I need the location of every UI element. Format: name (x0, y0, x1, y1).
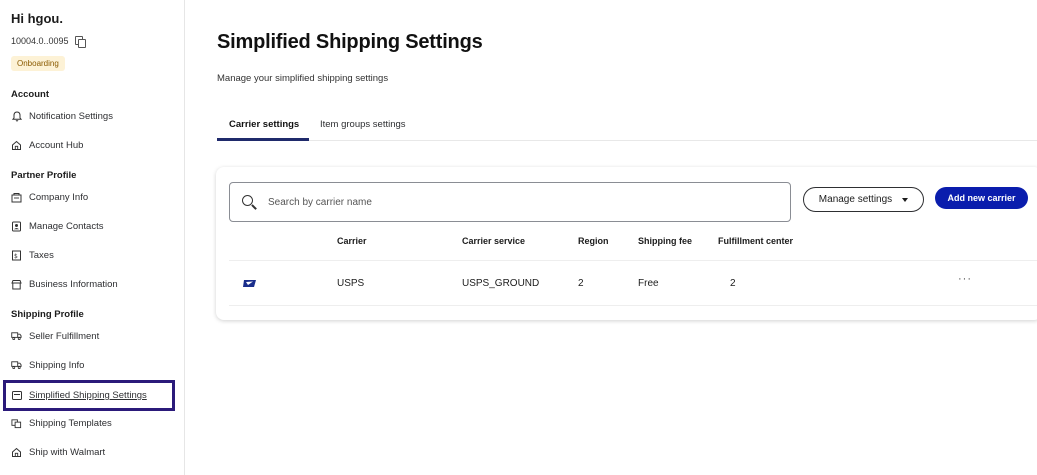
sidebar-item-label: Account Hub (29, 139, 84, 151)
user-id-row: 10004.0..0095 (11, 36, 86, 48)
sidebar-item-company-info[interactable]: Company Info (11, 188, 88, 206)
manage-settings-button[interactable]: Manage settings (803, 187, 924, 212)
truck-icon (11, 331, 22, 342)
building-icon (11, 192, 22, 203)
sidebar-item-label: Seller Fulfillment (29, 330, 100, 342)
sidebar-item-manage-contacts[interactable]: Manage Contacts (11, 217, 103, 235)
bell-icon (11, 110, 22, 122)
sidebar-item-shipping-info[interactable]: Shipping Info (11, 356, 84, 374)
sidebar-item-seller-fulfillment[interactable]: Seller Fulfillment (11, 327, 99, 345)
svg-text:$: $ (14, 252, 18, 259)
copy-icon[interactable] (74, 36, 86, 48)
tab-carrier-settings[interactable]: Carrier settings (217, 110, 310, 141)
sidebar-item-notification-settings[interactable]: Notification Settings (11, 107, 113, 125)
divider (229, 260, 1037, 261)
template-icon (11, 418, 22, 429)
sidebar-item-label: Shipping Templates (29, 417, 112, 429)
search-input[interactable] (268, 196, 748, 208)
sidebar-item-label: Company Info (29, 191, 89, 203)
sidebar-item-account-hub[interactable]: Account Hub (11, 136, 83, 154)
sidebar-item-label: Simplified Shipping Settings (29, 390, 147, 401)
sidebar-item-simplified-shipping-settings[interactable]: Simplified Shipping Settings (3, 380, 175, 411)
tab-bar: Carrier settings Item groups settings (217, 110, 1037, 141)
search-box[interactable] (229, 182, 791, 222)
user-greeting: Hi hgou. (11, 11, 63, 26)
divider (229, 305, 1037, 306)
sidebar-item-taxes[interactable]: $ Taxes (11, 246, 54, 264)
column-header-fulfillment-center: Fulfillment center (718, 236, 794, 246)
cell-fulfillment-center: 2 (730, 278, 736, 289)
sidebar-item-label: Ship with Walmart (29, 446, 106, 458)
store-icon (11, 279, 22, 290)
sidebar-item-label: Business Information (29, 278, 118, 290)
status-badge: Onboarding (11, 56, 65, 71)
cell-region: 2 (578, 278, 584, 289)
user-id: 10004.0..0095 (11, 36, 69, 46)
section-title-partner-profile: Partner Profile (11, 170, 77, 181)
main-content: Simplified Shipping Settings Manage your… (186, 0, 1037, 475)
column-header-region: Region (578, 236, 609, 246)
manage-settings-label: Manage settings (818, 194, 893, 205)
column-header-shipping-fee: Shipping fee (638, 236, 692, 246)
column-header-carrier-service: Carrier service (462, 236, 526, 246)
usps-eagle-icon (243, 280, 256, 287)
sidebar-item-label: Shipping Info (29, 359, 85, 371)
caret-down-icon (902, 197, 909, 202)
page-title: Simplified Shipping Settings (217, 31, 483, 53)
tax-icon: $ (11, 250, 22, 261)
section-title-shipping-profile: Shipping Profile (11, 309, 84, 320)
section-title-account: Account (11, 89, 49, 100)
sidebar-item-business-information[interactable]: Business Information (11, 275, 118, 293)
more-actions-icon[interactable]: ··· (958, 273, 972, 285)
page-subtitle: Manage your simplified shipping settings (217, 73, 389, 84)
carrier-card: Manage settings Add new carrier Carrier … (216, 167, 1037, 320)
column-header-carrier: Carrier (337, 236, 367, 246)
cell-carrier: USPS (337, 278, 365, 289)
sidebar-item-label: Notification Settings (29, 110, 113, 122)
sidebar-item-label: Taxes (29, 249, 54, 261)
home-icon (11, 447, 22, 458)
truck-icon (11, 360, 22, 371)
contact-icon (11, 221, 22, 232)
add-new-carrier-button[interactable]: Add new carrier (935, 187, 1028, 209)
window-icon (11, 390, 22, 401)
sidebar-item-ship-with-walmart[interactable]: Ship with Walmart (11, 443, 105, 461)
sidebar-item-shipping-templates[interactable]: Shipping Templates (11, 414, 112, 432)
search-icon (242, 195, 256, 209)
cell-shipping-fee: Free (638, 278, 659, 289)
tab-item-groups-settings[interactable]: Item groups settings (320, 110, 406, 141)
sidebar-item-label: Manage Contacts (29, 220, 104, 232)
sidebar: Hi hgou. 10004.0..0095 Onboarding Accoun… (0, 0, 185, 475)
cell-carrier-service: USPS_GROUND (462, 278, 540, 289)
home-icon (11, 140, 22, 151)
